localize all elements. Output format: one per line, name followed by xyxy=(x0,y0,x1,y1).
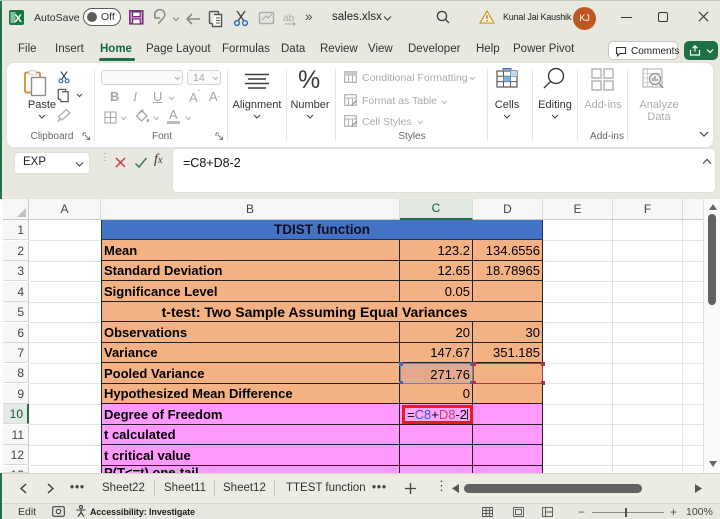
svg-text:X: X xyxy=(15,13,23,25)
